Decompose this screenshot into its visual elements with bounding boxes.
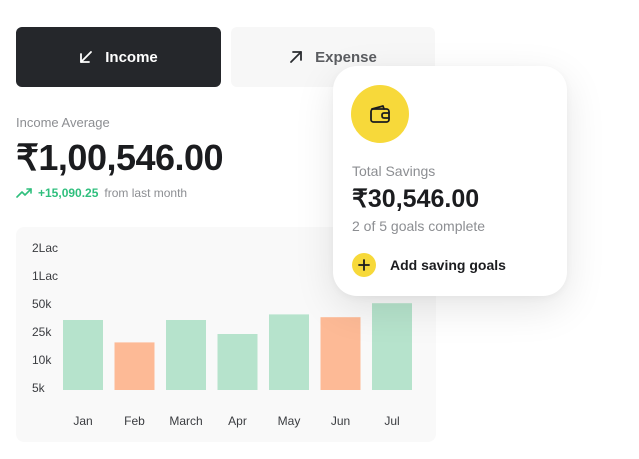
x-tick-label: March	[169, 414, 202, 428]
bar-may	[269, 314, 309, 390]
trend-amount: +15,090.25	[38, 186, 99, 200]
plus-badge	[352, 253, 376, 277]
x-tick-label: Jan	[73, 414, 92, 428]
trend-text: from last month	[104, 186, 188, 200]
total-savings-value: ₹30,546.00	[352, 185, 480, 213]
income-average-value: ₹1,00,546.00	[16, 137, 224, 178]
bar-feb	[114, 342, 155, 390]
trending-up-icon	[16, 188, 32, 198]
arrow-up-right-icon	[290, 51, 303, 63]
arrow-down-left-icon	[80, 51, 93, 63]
total-savings-label: Total Savings	[352, 163, 436, 179]
y-tick-label: 25k	[32, 325, 52, 339]
bar-march	[166, 320, 206, 390]
wallet-badge	[351, 85, 409, 143]
income-trend: +15,090.25 from last month	[16, 186, 187, 200]
y-tick-label: 50k	[32, 297, 52, 311]
y-tick-label: 10k	[32, 353, 52, 367]
bar-jul	[372, 303, 412, 390]
x-tick-label: Jul	[384, 414, 399, 428]
total-savings-card: Total Savings ₹30,546.00 2 of 5 goals co…	[333, 66, 567, 296]
income-average-label: Income Average	[16, 115, 110, 130]
goals-progress-text: 2 of 5 goals complete	[352, 218, 486, 234]
add-saving-goals-button[interactable]: Add saving goals	[352, 253, 506, 277]
wallet-icon	[370, 105, 390, 123]
plus-icon	[358, 259, 370, 271]
y-tick-label: 5k	[32, 381, 46, 395]
x-tick-label: Apr	[228, 414, 247, 428]
add-saving-goals-label: Add saving goals	[390, 257, 506, 273]
x-tick-label: Jun	[331, 414, 350, 428]
income-tab-label: Income	[105, 48, 158, 66]
x-tick-label: May	[278, 414, 301, 428]
bar-jan	[63, 320, 103, 390]
y-tick-label: 1Lac	[32, 269, 58, 283]
bar-apr	[217, 334, 258, 390]
bar-jun	[320, 317, 361, 390]
income-tab[interactable]: Income	[16, 27, 221, 87]
y-tick-label: 2Lac	[32, 241, 58, 255]
expense-tab-label: Expense	[315, 48, 377, 66]
x-tick-label: Feb	[124, 414, 145, 428]
